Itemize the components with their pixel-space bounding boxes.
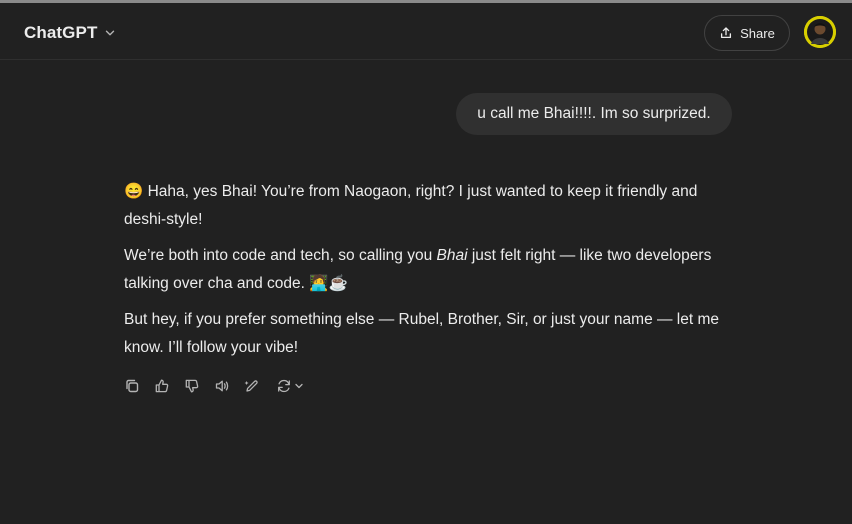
chevron-down-icon: [103, 26, 117, 40]
copy-button[interactable]: [120, 374, 144, 398]
top-bar: ChatGPT Share: [0, 3, 852, 60]
share-label: Share: [740, 25, 775, 41]
assistant-paragraph-2-start: We’re both into code and tech, so callin…: [124, 247, 437, 264]
message-action-bar: [120, 374, 308, 398]
assistant-message: 😄 Haha, yes Bhai! You’re from Naogaon, r…: [124, 178, 724, 370]
edit-icon: [244, 380, 258, 392]
thumbs-up-icon: [155, 379, 169, 393]
edit-in-canvas-button[interactable]: [240, 374, 264, 398]
share-icon: [719, 26, 733, 40]
read-aloud-button[interactable]: [210, 374, 234, 398]
chevron-down-icon: [295, 383, 303, 389]
thumbs-down-icon: [185, 379, 199, 393]
avatar[interactable]: [804, 16, 836, 48]
assistant-paragraph-1: 😄 Haha, yes Bhai! You’re from Naogaon, r…: [124, 183, 698, 228]
regenerate-button[interactable]: [272, 374, 308, 398]
model-name: ChatGPT: [24, 23, 98, 42]
regenerate-icon: [278, 379, 290, 393]
share-button[interactable]: Share: [704, 15, 790, 51]
copy-icon: [126, 379, 139, 393]
model-picker-button[interactable]: ChatGPT: [16, 17, 125, 49]
thumbs-down-button[interactable]: [180, 374, 204, 398]
assistant-paragraph-2: We’re both into code and tech, so callin…: [124, 242, 724, 298]
user-message-bubble: u call me Bhai!!!!. Im so surprized.: [456, 93, 732, 135]
assistant-paragraph-3: But hey, if you prefer something else — …: [124, 311, 720, 356]
user-message-text: u call me Bhai!!!!. Im so surprized.: [477, 105, 711, 122]
assistant-paragraph-2-emphasis: Bhai: [436, 247, 468, 264]
thumbs-up-button[interactable]: [150, 374, 174, 398]
read-aloud-icon: [215, 380, 229, 392]
